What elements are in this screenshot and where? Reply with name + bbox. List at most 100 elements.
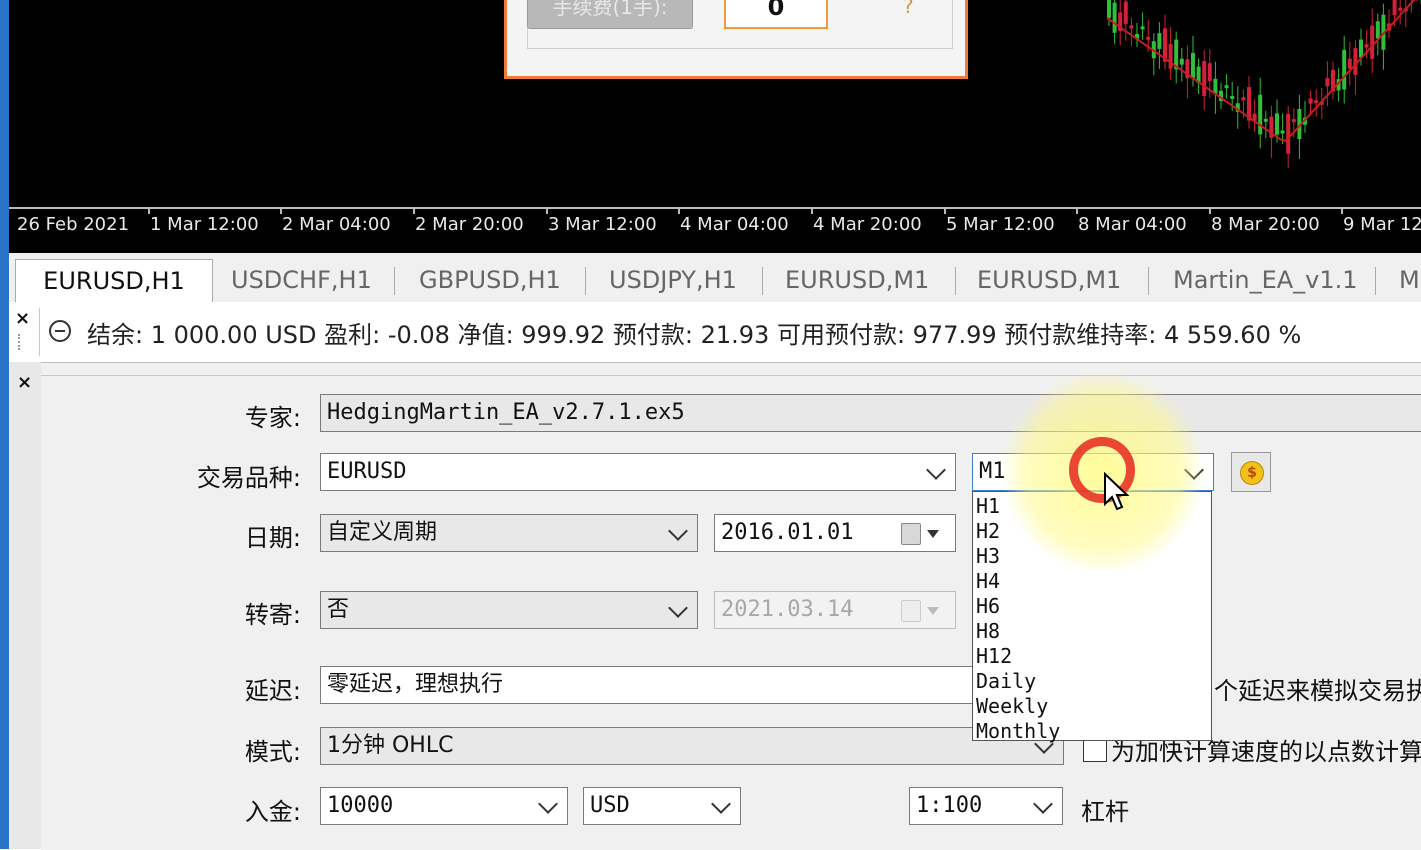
mode-select[interactable]: 1分钟 OHLC <box>320 727 1064 765</box>
close-icon[interactable]: × <box>15 308 30 329</box>
forward-value: 否 <box>327 597 349 622</box>
candle-body <box>1325 78 1329 86</box>
candle-body <box>1275 113 1279 134</box>
date-period-value: 自定义周期 <box>327 520 437 545</box>
account-status-bar: × 结余: 1 000.00 USD 盈利: -0.08 净值: 999.92 … <box>9 302 1421 363</box>
time-axis-label: 4 Mar 20:00 <box>813 214 922 235</box>
timeframe-option[interactable]: H1 <box>973 494 1211 519</box>
forward-select[interactable]: 否 <box>320 591 698 629</box>
time-axis: 26 Feb 20211 Mar 12:002 Mar 04:002 Mar 2… <box>9 214 1421 244</box>
candle-body <box>1365 44 1369 47</box>
timeframe-dropdown-list: H1H2H3H4H6H8H12DailyWeeklyMonthly <box>972 491 1212 741</box>
deposit-label: 入金: <box>41 792 301 827</box>
candle-body <box>1393 0 1397 15</box>
forward-label: 转寄: <box>41 595 301 630</box>
tab-separator <box>955 267 956 295</box>
close-icon[interactable]: × <box>17 372 32 393</box>
commission-input[interactable]: 0 <box>724 0 828 29</box>
candle-body <box>1180 59 1184 65</box>
delay-select[interactable]: 零延迟，理想执行 <box>320 666 1020 704</box>
candle-body <box>1286 114 1290 154</box>
collapse-icon[interactable] <box>49 320 71 342</box>
time-axis-label: 8 Mar 20:00 <box>1211 214 1320 235</box>
candle-body <box>1191 53 1195 79</box>
deposit-currency-value: USD <box>590 793 630 818</box>
symbol-properties-button[interactable]: $ <box>1231 452 1271 492</box>
delay-value: 零延迟，理想执行 <box>327 672 503 697</box>
deposit-amount-select[interactable]: 10000 <box>320 787 568 825</box>
timeframe-value: M1 <box>979 459 1006 484</box>
candle-body <box>1208 63 1212 81</box>
timeframe-select[interactable]: M1 <box>972 453 1214 491</box>
timeframe-option[interactable]: H6 <box>973 594 1211 619</box>
commission-label-button[interactable]: 手续费(1手): <box>527 0 693 29</box>
dropdown-arrow-icon <box>927 530 939 538</box>
tab-usdchf-h1[interactable]: USDCHF,H1 <box>231 259 372 301</box>
forward-date-value: 2021.03.14 <box>721 597 853 622</box>
candle-body <box>1157 33 1161 49</box>
tab-gbpusd-h1[interactable]: GBPUSD,H1 <box>419 259 561 301</box>
calendar-icon <box>901 600 921 622</box>
candle-body <box>1141 26 1145 29</box>
tab-separator <box>762 267 763 295</box>
symbol-value: EURUSD <box>327 459 406 484</box>
timeframe-option[interactable]: H3 <box>973 544 1211 569</box>
candle-body <box>1129 25 1133 28</box>
symbol-label: 交易品种: <box>41 458 301 493</box>
divider <box>41 375 1421 376</box>
tab-martin-ea[interactable]: Martin_EA_v1.1 <box>1173 259 1358 301</box>
tab-separator <box>1148 267 1149 295</box>
time-axis-label: 1 Mar 12:00 <box>150 214 259 235</box>
timeframe-option[interactable]: H12 <box>973 644 1211 669</box>
mode-value: 1分钟 OHLC <box>327 733 453 758</box>
chevron-down-icon <box>711 794 731 814</box>
leverage-value: 1:100 <box>916 793 982 818</box>
date-from-picker[interactable]: 2016.01.01 <box>714 514 956 552</box>
expert-field[interactable]: HedgingMartin_EA_v2.7.1.ex5 <box>320 394 1421 432</box>
dropdown-arrow-icon <box>927 607 939 615</box>
candle-body <box>1348 59 1352 69</box>
candle-body <box>1258 95 1262 135</box>
candle-body <box>1281 131 1285 134</box>
tab-eurusd-m1-2[interactable]: EURUSD,M1 <box>977 259 1121 301</box>
drag-handle[interactable] <box>18 334 24 350</box>
candle-body <box>1359 40 1363 58</box>
delay-label: 延迟: <box>41 671 301 706</box>
symbol-select[interactable]: EURUSD <box>320 453 956 491</box>
candle-body <box>1314 100 1318 103</box>
timeframe-option[interactable]: H2 <box>973 519 1211 544</box>
delay-description: 个延迟来模拟交易执 <box>1214 671 1421 706</box>
deposit-currency-select[interactable]: USD <box>583 787 741 825</box>
time-axis-label: 26 Feb 2021 <box>17 214 129 235</box>
date-period-select[interactable]: 自定义周期 <box>320 514 698 552</box>
candle-body <box>1292 119 1296 122</box>
tab-eurusd-m1[interactable]: EURUSD,M1 <box>785 259 929 301</box>
timeframe-option[interactable]: Monthly <box>973 719 1211 744</box>
leverage-select[interactable]: 1:100 <box>909 787 1063 825</box>
chevron-down-icon <box>538 794 558 814</box>
chevron-down-icon <box>668 521 688 541</box>
candle-body <box>1225 85 1229 88</box>
divider <box>39 308 40 356</box>
chevron-down-icon <box>1033 794 1053 814</box>
price-chart[interactable]: 26 Feb 20211 Mar 12:002 Mar 04:002 Mar 2… <box>9 0 1421 253</box>
help-icon[interactable]: ? <box>903 0 914 18</box>
tab-separator <box>394 267 395 295</box>
tab-more[interactable]: M <box>1399 259 1420 301</box>
timeframe-option[interactable]: H4 <box>973 569 1211 594</box>
time-axis-label: 5 Mar 12:00 <box>946 214 1055 235</box>
time-axis-label: 2 Mar 20:00 <box>415 214 524 235</box>
timeframe-option[interactable]: H8 <box>973 619 1211 644</box>
timeframe-option[interactable]: Weekly <box>973 694 1211 719</box>
date-label: 日期: <box>41 518 301 553</box>
timeframe-option[interactable]: Daily <box>973 669 1211 694</box>
leverage-label: 杠杆 <box>1081 792 1129 827</box>
date-from-value: 2016.01.01 <box>721 520 853 545</box>
strategy-tester-settings: 专家: HedgingMartin_EA_v2.7.1.ex5 交易品种: EU… <box>41 362 1421 850</box>
chevron-down-icon <box>668 598 688 618</box>
tab-separator <box>1375 267 1376 295</box>
tab-eurusd-h1[interactable]: EURUSD,H1 <box>15 259 213 302</box>
candle-body <box>1146 37 1150 40</box>
tab-separator <box>585 267 586 295</box>
tab-usdjpy-h1[interactable]: USDJPY,H1 <box>609 259 737 301</box>
